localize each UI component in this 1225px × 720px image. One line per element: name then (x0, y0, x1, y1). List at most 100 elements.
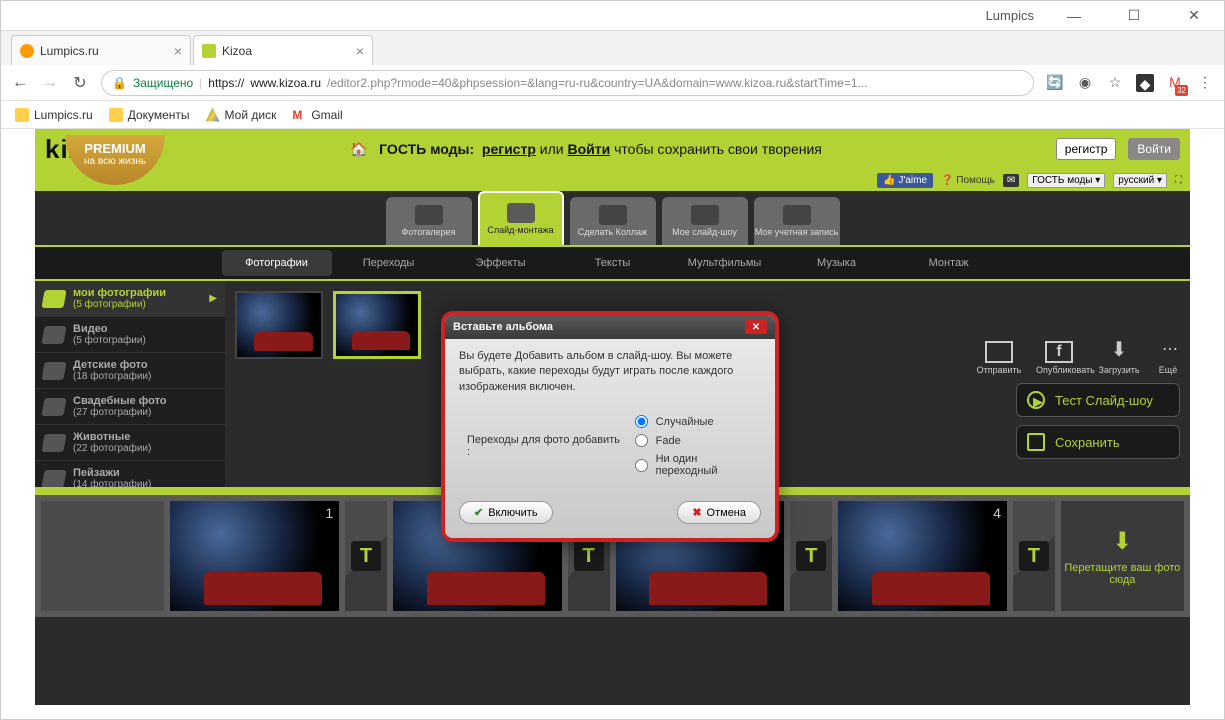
gallery-icon (415, 205, 443, 225)
user-icon (783, 205, 811, 225)
translate-icon[interactable]: 🔄 (1046, 74, 1064, 92)
modal-title-bar[interactable]: Вставьте альбома ✕ (445, 315, 775, 339)
tab-my-slideshow[interactable]: Мое слайд-шоу (662, 197, 748, 245)
subtab-music[interactable]: Музыка (782, 250, 892, 276)
save-button[interactable]: Сохранить (1016, 425, 1180, 459)
subtab-texts[interactable]: Тексты (558, 250, 668, 276)
modal-close-button[interactable]: ✕ (745, 320, 767, 334)
timeline-drop-zone[interactable]: ⬇Перетащите ваш фото сюда (1061, 501, 1184, 611)
cancel-button[interactable]: ✖Отмена (677, 501, 761, 524)
timeline-transition[interactable]: T (790, 501, 832, 611)
radio-input[interactable] (635, 434, 648, 447)
folder-icon (109, 108, 123, 122)
enable-button[interactable]: ✔Включить (459, 501, 553, 524)
guest-message: 🏠 ГОСТЬ моды: регистр или Войти чтобы со… (128, 141, 1044, 158)
download-button[interactable]: ⬇Загрузить (1096, 341, 1142, 375)
window-maximize[interactable]: ☐ (1114, 7, 1154, 24)
main-tabs: Фотогалерея Слайд-монтажа Сделать Коллаж… (35, 191, 1190, 247)
login-button[interactable]: Войти (1128, 138, 1180, 160)
tab-account[interactable]: Моя учетная запись (754, 197, 840, 245)
user-select[interactable]: ГОСТЬ моды ▾ (1027, 173, 1105, 188)
favicon-icon (20, 44, 34, 58)
language-select[interactable]: русский ▾ (1113, 173, 1167, 188)
bookmarks-bar: Lumpics.ru Документы Мой диск MGmail (1, 101, 1224, 129)
subtab-cartoons[interactable]: Мультфильмы (670, 250, 780, 276)
test-slideshow-button[interactable]: ▶Тест Слайд-шоу (1016, 383, 1180, 417)
tab-close-icon[interactable]: × (174, 43, 182, 59)
slide-number: 1 (325, 505, 333, 521)
register-link[interactable]: регистр (482, 141, 536, 157)
play-icon: ▶ (1027, 391, 1045, 409)
bookmark-gmail[interactable]: MGmail (292, 108, 342, 122)
facebook-like-button[interactable]: 👍 J'aime (877, 173, 933, 188)
sidebar-item-kids[interactable]: Детские фото(18 фотографии) (35, 353, 225, 389)
radio-fade[interactable]: Fade (635, 434, 761, 447)
tab-collage[interactable]: Сделать Коллаж (570, 197, 656, 245)
sidebar-item-my-photos[interactable]: мои фотографии(5 фотографии) (35, 281, 225, 317)
url-input[interactable]: 🔒 Защищено | https://www.kizoa.ru/editor… (101, 70, 1034, 96)
help-link[interactable]: ❓ Помощь (941, 175, 995, 186)
nav-back-icon[interactable]: ← (11, 74, 29, 92)
timeline-slide[interactable]: 1 (170, 501, 339, 611)
radio-random[interactable]: Случайные (635, 415, 761, 428)
facebook-icon: f (1045, 341, 1073, 363)
app-sub-bar: 👍 J'aime ❓ Помощь ✉ ГОСТЬ моды ▾ русский… (35, 169, 1190, 191)
register-button[interactable]: регистр (1056, 138, 1117, 160)
menu-icon[interactable]: ⋮ (1196, 74, 1214, 92)
star-icon[interactable]: ☆ (1106, 74, 1124, 92)
sidebar-item-wedding[interactable]: Свадебные фото(27 фотографии) (35, 389, 225, 425)
window-minimize[interactable]: — (1054, 8, 1094, 24)
send-button[interactable]: Отправить (976, 341, 1022, 375)
tab-photogallery[interactable]: Фотогалерея (386, 197, 472, 245)
mail-icon[interactable]: ✉ (1003, 174, 1019, 187)
album-sidebar: мои фотографии(5 фотографии) Видео(5 фот… (35, 281, 225, 487)
bookmark-drive[interactable]: Мой диск (206, 108, 277, 122)
subtab-effects[interactable]: Эффекты (446, 250, 556, 276)
timeline-slide[interactable]: 4 (838, 501, 1007, 611)
transition-icon: T (351, 541, 381, 571)
shield-icon[interactable]: ◆ (1136, 74, 1154, 92)
url-path: /editor2.php?rmode=40&phpsession=&lang=r… (327, 76, 868, 90)
secure-label: Защищено (133, 76, 193, 90)
app-header: kiza 🏠 ГОСТЬ моды: регистр или Войти что… (35, 129, 1190, 169)
scissors-icon (507, 203, 535, 223)
nav-forward-icon[interactable]: → (41, 74, 59, 92)
extension-icon[interactable]: ◉ (1076, 74, 1094, 92)
mail-icon (985, 341, 1013, 363)
tab-title: Kizoa (222, 44, 252, 58)
subtab-montage[interactable]: Монтаж (894, 250, 1004, 276)
bookmark-documents[interactable]: Документы (109, 108, 190, 122)
publish-button[interactable]: fОпубликовать (1036, 341, 1082, 375)
home-icon[interactable]: 🏠 (350, 141, 367, 157)
browser-tab-kizoa[interactable]: Kizoa × (193, 35, 373, 65)
kizoa-app: kiza 🏠 ГОСТЬ моды: регистр или Войти что… (35, 129, 1190, 705)
window-close[interactable]: ✕ (1174, 7, 1214, 24)
login-link[interactable]: Войти (567, 141, 610, 157)
radio-input[interactable] (635, 459, 648, 472)
more-button[interactable]: ⋯Ещё (1156, 341, 1180, 375)
tab-slide-montage[interactable]: Слайд-монтажа (478, 191, 564, 245)
radio-none[interactable]: Ни один переходный (635, 453, 761, 477)
radio-input[interactable] (635, 415, 648, 428)
slide-number: 4 (993, 505, 1001, 521)
photo-thumbnail-selected[interactable] (333, 291, 421, 359)
timeline-transition[interactable]: T (345, 501, 387, 611)
modal-text: Вы будете Добавить альбом в слайд-шоу. В… (459, 349, 761, 395)
album-icon (41, 398, 66, 416)
photo-thumbnail[interactable] (235, 291, 323, 359)
fullscreen-icon[interactable]: ⛶ (1175, 175, 1182, 186)
check-icon: ✔ (474, 506, 483, 519)
gmail-icon[interactable]: M32 (1166, 74, 1184, 92)
sidebar-item-animals[interactable]: Животные(22 фотографии) (35, 425, 225, 461)
subtab-transitions[interactable]: Переходы (334, 250, 444, 276)
nav-reload-icon[interactable]: ↻ (71, 73, 89, 93)
subtab-photos[interactable]: Фотографии (222, 250, 332, 276)
bookmark-lumpics[interactable]: Lumpics.ru (15, 108, 93, 122)
tab-close-icon[interactable]: × (356, 43, 364, 59)
sidebar-item-landscapes[interactable]: Пейзажи(14 фотографии) (35, 461, 225, 487)
address-bar: ← → ↻ 🔒 Защищено | https://www.kizoa.ru/… (1, 65, 1224, 101)
transition-options: Переходы для фото добавить : Случайные F… (467, 409, 761, 483)
sidebar-item-video[interactable]: Видео(5 фотографии) (35, 317, 225, 353)
timeline-transition[interactable]: T (1013, 501, 1055, 611)
browser-tab-lumpics[interactable]: Lumpics.ru × (11, 35, 191, 65)
